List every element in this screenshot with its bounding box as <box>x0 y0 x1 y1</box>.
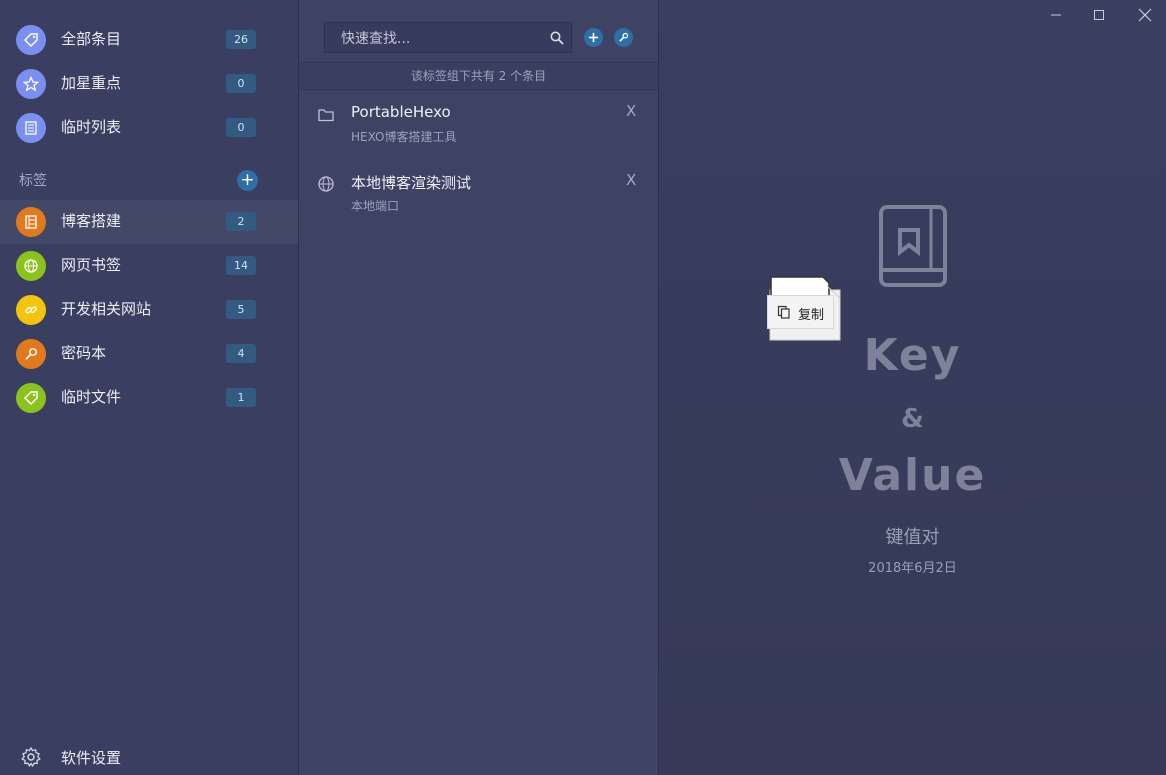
copy-button[interactable]: 复制 <box>767 295 834 329</box>
plus-icon <box>588 32 599 43</box>
sidebar-item-label: 临时文件 <box>61 388 122 406</box>
minimize-icon[interactable] <box>1046 6 1066 24</box>
app-title-value: Value <box>838 450 987 501</box>
list-item[interactable]: 本地博客渲染测试 本地端口 X <box>299 159 658 225</box>
gear-icon <box>21 746 41 767</box>
count-badge: 14 <box>226 256 256 275</box>
sidebar-item-label: 全部条目 <box>61 30 122 48</box>
sidebar-item-tag-blog[interactable]: 博客搭建 2 <box>0 200 298 244</box>
list-icon <box>16 113 46 143</box>
tags-section-header: 标签 <box>19 173 47 189</box>
app-title-key: Key <box>863 330 962 381</box>
globe-icon <box>318 176 334 192</box>
sidebar-item-label: 网页书签 <box>61 256 122 274</box>
tag-icon <box>16 383 46 413</box>
settings-label: 软件设置 <box>61 749 122 767</box>
copy-label: 复制 <box>798 308 825 323</box>
search-input[interactable] <box>339 27 533 51</box>
sidebar-item-tag-passwords[interactable]: 密码本 4 <box>0 332 298 376</box>
sidebar-item-label: 加星重点 <box>61 74 122 92</box>
entry-subtitle: 本地端口 <box>351 199 400 213</box>
add-tag-button[interactable]: + <box>237 170 258 191</box>
release-date: 2018年6月2日 <box>868 561 957 576</box>
sidebar-item-label: 博客搭建 <box>61 212 122 230</box>
remove-entry-button[interactable]: X <box>626 102 636 120</box>
app-title-ampersand: & <box>901 404 924 434</box>
wrench-icon <box>619 32 629 42</box>
remove-entry-button[interactable]: X <box>626 171 636 189</box>
count-badge: 1 <box>226 388 256 407</box>
count-badge: 5 <box>226 300 256 319</box>
maximize-icon[interactable] <box>1089 6 1109 24</box>
count-badge: 0 <box>226 74 256 93</box>
app-subtitle: 键值对 <box>885 527 940 548</box>
add-entry-button[interactable] <box>584 28 603 47</box>
globe-icon <box>16 251 46 281</box>
book-icon <box>879 205 947 287</box>
entry-count-summary: 该标签组下共有 2 个条目 <box>299 62 658 90</box>
star-icon <box>16 69 46 99</box>
tools-button[interactable] <box>614 28 633 47</box>
sidebar-item-label: 开发相关网站 <box>61 300 152 318</box>
entry-title: PortableHexo <box>351 103 451 121</box>
sidebar-item-all[interactable]: 全部条目 26 <box>0 18 298 62</box>
count-badge: 4 <box>226 344 256 363</box>
sidebar-item-starred[interactable]: 加星重点 0 <box>0 62 298 106</box>
sidebar-item-tag-dev[interactable]: 开发相关网站 5 <box>0 288 298 332</box>
sidebar-item-tag-temp-files[interactable]: 临时文件 1 <box>0 376 298 420</box>
sidebar-item-label: 密码本 <box>61 344 107 362</box>
count-badge: 26 <box>226 30 256 49</box>
key-icon <box>16 339 46 369</box>
copy-icon <box>777 305 790 319</box>
search-icon[interactable] <box>549 30 565 46</box>
tag-icon <box>16 25 46 55</box>
sidebar: 全部条目 26 加星重点 0 临时列表 0 标签 + 博客搭建 2 网页书签 1… <box>0 0 299 775</box>
sidebar-item-temp-list[interactable]: 临时列表 0 <box>0 106 298 150</box>
sidebar-item-tag-bookmarks[interactable]: 网页书签 14 <box>0 244 298 288</box>
count-badge: 2 <box>226 212 256 231</box>
folder-icon <box>318 109 334 122</box>
entry-subtitle: HEXO博客搭建工具 <box>351 130 457 144</box>
settings-button[interactable]: 软件设置 <box>0 740 298 775</box>
entry-title: 本地博客渲染测试 <box>351 174 472 192</box>
link-icon <box>16 295 46 325</box>
detail-pane: Key & Value 键值对 2018年6月2日 <box>659 0 1166 775</box>
close-icon[interactable] <box>1135 6 1155 24</box>
list-item[interactable]: PortableHexo HEXO博客搭建工具 X <box>299 90 658 156</box>
film-icon <box>16 207 46 237</box>
entry-list-pane: 该标签组下共有 2 个条目 PortableHexo HEXO博客搭建工具 X … <box>299 0 659 775</box>
sidebar-item-label: 临时列表 <box>61 118 122 136</box>
count-badge: 0 <box>226 118 256 137</box>
search-box[interactable] <box>324 22 572 53</box>
